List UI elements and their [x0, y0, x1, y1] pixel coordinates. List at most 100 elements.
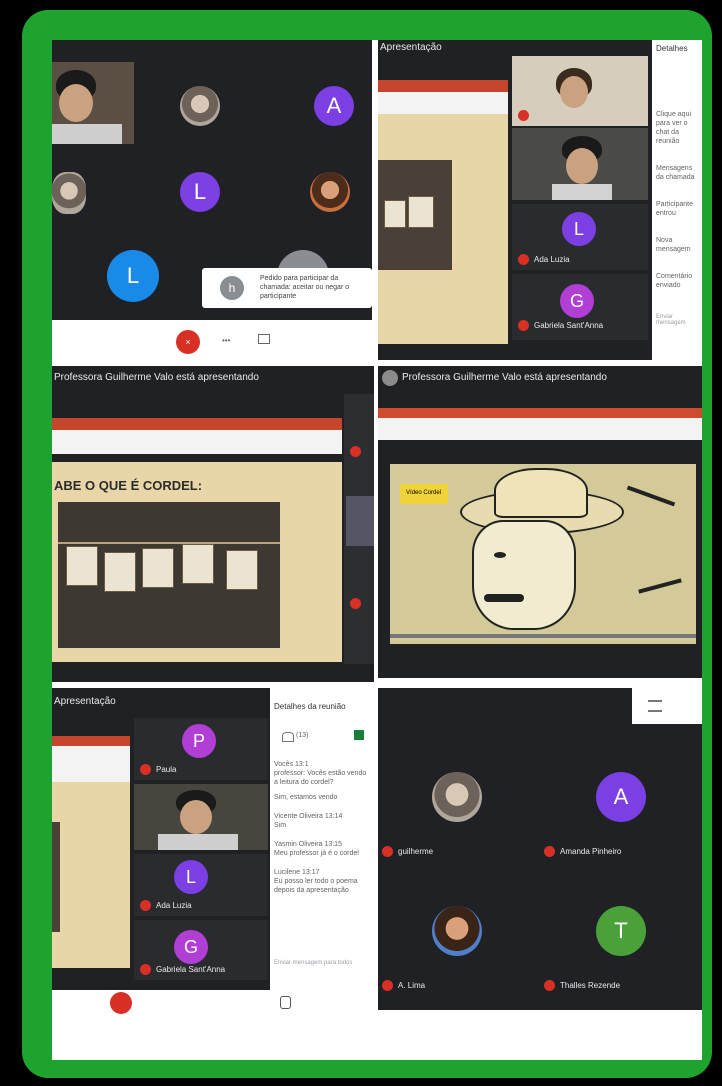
shirt	[158, 834, 238, 850]
shared-video[interactable]: Vídeo Cordel	[390, 464, 696, 644]
participant-tile-g[interactable]: G Gabriela Sant'Anna	[134, 920, 268, 980]
self-video-tile	[52, 62, 134, 144]
end-call-button[interactable]	[110, 992, 132, 1014]
participant-avatar-p: P	[182, 724, 216, 758]
captions-icon[interactable]	[258, 334, 270, 344]
cordel-booklet	[384, 200, 406, 228]
participant-video-boy[interactable]	[512, 128, 648, 200]
participant-strip	[344, 394, 374, 664]
hand-raise-icon[interactable]	[280, 996, 291, 1009]
participant-video-thumb[interactable]	[346, 496, 374, 546]
avatar-letter: A	[326, 93, 342, 118]
mic-muted-icon	[544, 846, 555, 857]
hat-crown	[494, 468, 588, 518]
mic-muted-icon	[544, 980, 555, 991]
avatar-letter: h	[228, 281, 236, 295]
character-face	[472, 520, 576, 630]
participant-avatar-a[interactable]: A	[314, 86, 354, 126]
participant-tile-l[interactable]: L Ada Luzia	[134, 854, 268, 916]
end-call-icon: ×	[185, 337, 191, 347]
participant-avatar-g: G	[174, 930, 208, 964]
slide-photo	[58, 502, 280, 648]
avatar-letter: L	[193, 179, 207, 204]
top-strip	[632, 688, 702, 724]
chat-input[interactable]: Enviar mensagem para todos	[274, 960, 352, 966]
powerpoint-title-bar	[378, 408, 702, 418]
participant-name: Ada Luzia	[534, 255, 570, 264]
more-options-icon[interactable]: •••	[222, 336, 230, 345]
avatar-letter: L	[126, 263, 140, 288]
chat-input[interactable]: Enviar mensagem	[656, 314, 702, 326]
participant-avatar-l: L	[174, 860, 208, 894]
mic-muted-icon	[140, 964, 151, 975]
mic-muted-icon	[140, 764, 151, 775]
slide-photo	[378, 160, 452, 270]
chat-line: Nova mensagem	[656, 237, 691, 253]
video-progress-bar[interactable]	[390, 634, 696, 638]
person-face	[560, 76, 588, 108]
participant-avatar-a[interactable]: A	[596, 772, 646, 822]
participant-photo-avatar-3[interactable]	[310, 172, 350, 212]
powerpoint-title-bar	[52, 418, 342, 430]
participant-tile-p[interactable]: P Paula	[134, 718, 268, 780]
chat-line: Sim, estamos vendo	[274, 794, 338, 801]
participant-name: Thalles Rezende	[560, 981, 621, 990]
meet-panel-mid-left: Professora Guilherme Valo está apresenta…	[52, 366, 374, 682]
shared-slide	[378, 114, 508, 344]
participant-name: Amanda Pinheiro	[560, 847, 622, 856]
avatar-letter: L	[573, 218, 584, 239]
powerpoint-ribbon	[52, 430, 342, 454]
participant-video-boy[interactable]	[134, 784, 268, 850]
participant-photo-avatar-2[interactable]	[52, 172, 86, 214]
person-face	[566, 148, 598, 184]
clothesline	[58, 542, 280, 544]
participant-avatar-g: G	[560, 284, 594, 318]
cordel-booklet	[104, 552, 136, 592]
character-mustache	[484, 594, 524, 602]
end-call-button[interactable]: ×	[176, 330, 200, 354]
powerpoint-title-bar	[378, 80, 508, 92]
slide-photo	[52, 822, 60, 932]
chat-line: Sim	[274, 822, 287, 829]
chat-messages: Clique aqui para ver o chat da reunião M…	[656, 110, 700, 290]
participant-tile-l[interactable]: L Ada Luzia	[512, 204, 648, 270]
meet-panel-top-left: A L L h Pedido para participar da chamad…	[52, 40, 372, 320]
character-eye	[494, 552, 506, 558]
powerpoint-ribbon	[52, 746, 130, 782]
meet-panel-bot-left: Apresentação P Paula L Ada Luzia G Gabri…	[52, 688, 374, 990]
participant-name: Ada Luzia	[156, 901, 192, 910]
participant-avatar-l: L	[562, 212, 596, 246]
chat-line: Vicente Oliveira 13:14	[274, 813, 343, 820]
participant-avatar-t[interactable]: T	[596, 906, 646, 956]
chat-tab-icon[interactable]	[354, 730, 364, 740]
chat-line: professor: Vocês estão vendo a leitura d…	[274, 770, 367, 786]
meet-controls-bar: × •••	[52, 320, 372, 360]
participant-avatar-l[interactable]: L	[180, 172, 220, 212]
avatar-letter: G	[183, 936, 198, 957]
chat-title: Detalhes	[656, 44, 688, 53]
details-title: Detalhes da reunião	[274, 702, 346, 711]
shared-slide	[52, 782, 130, 968]
participant-photo-avatar[interactable]	[180, 86, 220, 126]
meet-panel-mid-right: Professora Guilherme Valo está apresenta…	[378, 366, 702, 678]
powerpoint-title-bar	[52, 736, 130, 746]
layout-icon[interactable]	[648, 700, 662, 712]
participant-name: Gabriela Sant'Anna	[534, 321, 604, 330]
presenting-banner: Professora Guilherme Valo está apresenta…	[54, 372, 259, 383]
people-icon[interactable]	[282, 732, 294, 742]
participant-tile-g[interactable]: G Gabriela Sant'Anna	[512, 274, 648, 340]
participant-video-woman[interactable]	[512, 56, 648, 126]
video-caption: Vídeo Cordel	[406, 490, 442, 496]
powerpoint-ribbon	[378, 418, 702, 440]
participant-photo-avatar[interactable]	[432, 772, 482, 822]
shirt	[52, 124, 122, 144]
avatar-letter: L	[185, 866, 196, 887]
join-request-notice[interactable]: h Pedido para participar da chamada: ace…	[202, 268, 372, 308]
chat-line: Vocês 13:1	[274, 761, 309, 768]
cordel-booklet	[182, 544, 214, 584]
meet-controls-bar	[52, 990, 374, 1016]
mic-muted-icon	[382, 846, 393, 857]
cordel-booklet	[408, 196, 434, 228]
participant-photo-avatar-2[interactable]	[432, 906, 482, 956]
participant-avatar-l-blue[interactable]: L	[107, 250, 159, 302]
